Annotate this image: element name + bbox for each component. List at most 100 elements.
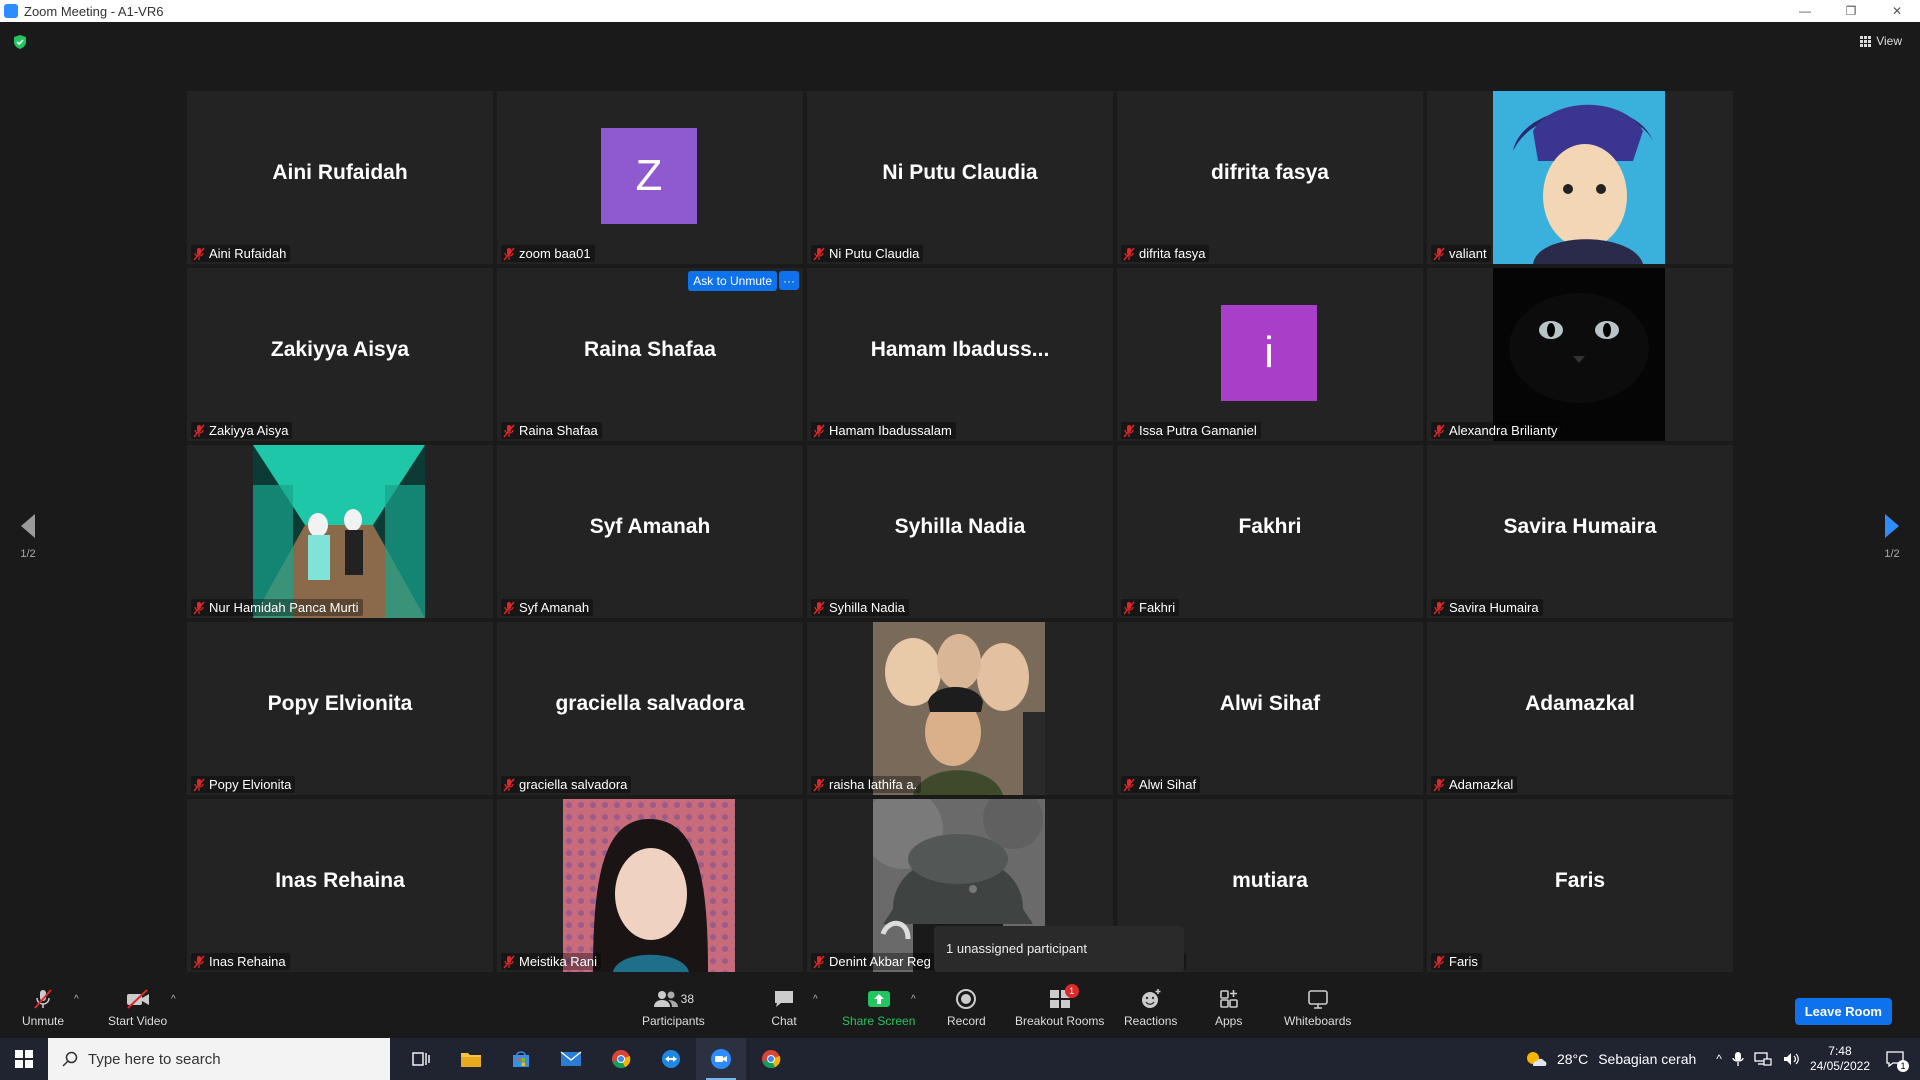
weather-text[interactable]: Sebagian cerah bbox=[1598, 1051, 1696, 1067]
audio-options-caret[interactable]: ^ bbox=[74, 994, 79, 1005]
close-button[interactable]: ✕ bbox=[1874, 0, 1920, 22]
speaker-icon[interactable] bbox=[1782, 1051, 1800, 1067]
view-button[interactable]: View bbox=[1860, 34, 1902, 48]
participant-tile[interactable]: Syhilla Nadia Syhilla Nadia bbox=[807, 445, 1113, 618]
share-options-caret[interactable]: ^ bbox=[911, 994, 916, 1005]
mic-muted-icon bbox=[193, 247, 205, 260]
mic-muted-icon bbox=[503, 778, 515, 791]
participant-photo bbox=[253, 445, 425, 618]
network-icon[interactable] bbox=[1754, 1051, 1772, 1067]
chat-options-caret[interactable]: ^ bbox=[813, 994, 818, 1005]
participant-name: Faris bbox=[1449, 954, 1478, 969]
participant-tile[interactable]: Zzoom baa01 bbox=[497, 91, 803, 264]
participant-tile[interactable]: valiant bbox=[1427, 91, 1733, 264]
mic-muted-icon bbox=[813, 955, 825, 968]
participant-tile[interactable]: Alexandra Brilianty bbox=[1427, 268, 1733, 441]
more-options-button[interactable]: ··· bbox=[779, 271, 799, 290]
participant-tile[interactable]: raisha lathifa a. bbox=[807, 622, 1113, 795]
participant-tile[interactable]: Nur Hamidah Panca Murti bbox=[187, 445, 493, 618]
start-video-button[interactable]: Start Video bbox=[108, 988, 167, 1028]
participant-name: Adamazkal bbox=[1449, 777, 1514, 792]
window-titlebar: Zoom Meeting - A1-VR6 — ❐ ✕ bbox=[0, 0, 1920, 22]
participants-button[interactable]: 38 Participants bbox=[642, 988, 705, 1028]
chrome-button[interactable] bbox=[596, 1038, 646, 1080]
participant-name-label: valiant bbox=[1431, 245, 1491, 262]
file-explorer-button[interactable] bbox=[446, 1038, 496, 1080]
breakout-rooms-button[interactable]: 1 Breakout Rooms bbox=[1015, 984, 1105, 1028]
chrome-profile-button[interactable] bbox=[746, 1038, 796, 1080]
participant-grid: Aini Rufaidah Aini Rufaidah Zzoom baa01 Ni … bbox=[187, 91, 1733, 973]
participant-name: Syhilla Nadia bbox=[829, 600, 905, 615]
zoom-app-icon bbox=[4, 4, 18, 18]
participant-tile[interactable]: Inas Rehaina Inas Rehaina bbox=[187, 799, 493, 972]
participant-display-name: Faris bbox=[1554, 869, 1606, 892]
mic-muted-icon bbox=[193, 778, 205, 791]
participant-tile[interactable]: graciella salvadora graciella salvadora bbox=[497, 622, 803, 795]
mic-muted-icon bbox=[503, 247, 515, 260]
video-options-caret[interactable]: ^ bbox=[171, 994, 176, 1005]
record-button[interactable]: Record bbox=[947, 988, 986, 1028]
task-view-icon bbox=[412, 1052, 430, 1066]
participant-name: raisha lathifa a. bbox=[829, 777, 918, 792]
restore-button[interactable]: ❐ bbox=[1828, 0, 1874, 22]
participant-tile[interactable]: i Issa Putra Gamaniel bbox=[1117, 268, 1423, 441]
participant-tile[interactable]: Hamam Ibaduss... Hamam Ibadussalam bbox=[807, 268, 1113, 441]
unmute-button[interactable]: Unmute bbox=[22, 988, 64, 1028]
minimize-button[interactable]: — bbox=[1782, 0, 1828, 22]
participant-name: Fakhri bbox=[1139, 600, 1176, 615]
participant-avatar: i bbox=[1221, 305, 1317, 401]
participant-tile[interactable]: Fakhri Fakhri bbox=[1117, 445, 1423, 618]
unassigned-participant-tooltip: 1 unassigned participant bbox=[934, 926, 1184, 972]
share-screen-button[interactable]: Share Screen bbox=[842, 988, 915, 1028]
participant-tile[interactable]: Faris Faris bbox=[1427, 799, 1733, 972]
participant-display-name: Popy Elvionita bbox=[267, 692, 413, 715]
apps-button[interactable]: Apps bbox=[1215, 988, 1242, 1028]
zoom-taskbar-button[interactable] bbox=[696, 1038, 746, 1080]
breakout-rooms-label: Breakout Rooms bbox=[1015, 1014, 1105, 1028]
whiteboards-button[interactable]: Whiteboards bbox=[1284, 988, 1351, 1028]
previous-page-button[interactable]: 1/2 bbox=[16, 512, 40, 572]
leave-room-button[interactable]: Leave Room bbox=[1794, 998, 1892, 1025]
participant-tile[interactable]: Adamazkal Adamazkal bbox=[1427, 622, 1733, 795]
shield-icon[interactable] bbox=[12, 34, 28, 50]
store-button[interactable] bbox=[496, 1038, 546, 1080]
weather-temp[interactable]: 28°C bbox=[1557, 1051, 1588, 1067]
chevron-up-icon[interactable]: ^ bbox=[1716, 1052, 1722, 1066]
participant-name: Ni Putu Claudia bbox=[829, 246, 920, 261]
mail-button[interactable] bbox=[546, 1038, 596, 1080]
participant-tile[interactable]: Alwi Sihaf Alwi Sihaf bbox=[1117, 622, 1423, 795]
grid-view-icon bbox=[1860, 35, 1872, 47]
participant-tile[interactable]: Aini Rufaidah Aini Rufaidah bbox=[187, 91, 493, 264]
mic-muted-icon bbox=[1123, 424, 1135, 437]
windows-logo-icon bbox=[15, 1050, 33, 1068]
notification-center-button[interactable]: 1 bbox=[1880, 1044, 1910, 1074]
taskbar-clock[interactable]: 7:48 24/05/2022 bbox=[1810, 1044, 1870, 1074]
ask-to-unmute-button[interactable]: Ask to Unmute bbox=[688, 271, 777, 291]
task-view-button[interactable] bbox=[396, 1038, 446, 1080]
participant-tile[interactable]: Popy Elvionita Popy Elvionita bbox=[187, 622, 493, 795]
mic-muted-icon bbox=[503, 601, 515, 614]
apps-icon bbox=[1216, 988, 1242, 1010]
chat-button[interactable]: Chat bbox=[771, 988, 797, 1028]
participant-name-label: Faris bbox=[1431, 953, 1482, 970]
participant-tile[interactable]: Ni Putu Claudia Ni Putu Claudia bbox=[807, 91, 1113, 264]
mic-muted-icon bbox=[813, 601, 825, 614]
participant-tile[interactable]: difrita fasya difrita fasya bbox=[1117, 91, 1423, 264]
reactions-label: Reactions bbox=[1124, 1014, 1178, 1028]
participant-tile[interactable]: Syf Amanah Syf Amanah bbox=[497, 445, 803, 618]
participant-tile[interactable]: Savira Humaira Savira Humaira bbox=[1427, 445, 1733, 618]
start-button[interactable] bbox=[0, 1038, 48, 1080]
participant-display-name: Inas Rehaina bbox=[275, 869, 405, 892]
participant-name: Alwi Sihaf bbox=[1139, 777, 1197, 792]
next-page-button[interactable]: 1/2 bbox=[1880, 512, 1904, 572]
participant-tile[interactable]: Zakiyya Aisya Zakiyya Aisya bbox=[187, 268, 493, 441]
participant-avatar: Z bbox=[601, 128, 697, 224]
reactions-button[interactable]: Reactions bbox=[1124, 988, 1177, 1028]
participant-tile[interactable]: Meistika Rani bbox=[497, 799, 803, 972]
taskbar-search[interactable]: Type here to search bbox=[48, 1038, 390, 1080]
microphone-icon[interactable] bbox=[1732, 1051, 1744, 1067]
participant-name-label: Denint Akbar Reg bbox=[811, 953, 935, 970]
remote-app-button[interactable] bbox=[646, 1038, 696, 1080]
participant-tile[interactable]: Raina Shafaa Raina Shafaa Ask to Unmute ··· bbox=[497, 268, 803, 441]
zoom-icon bbox=[711, 1049, 731, 1069]
